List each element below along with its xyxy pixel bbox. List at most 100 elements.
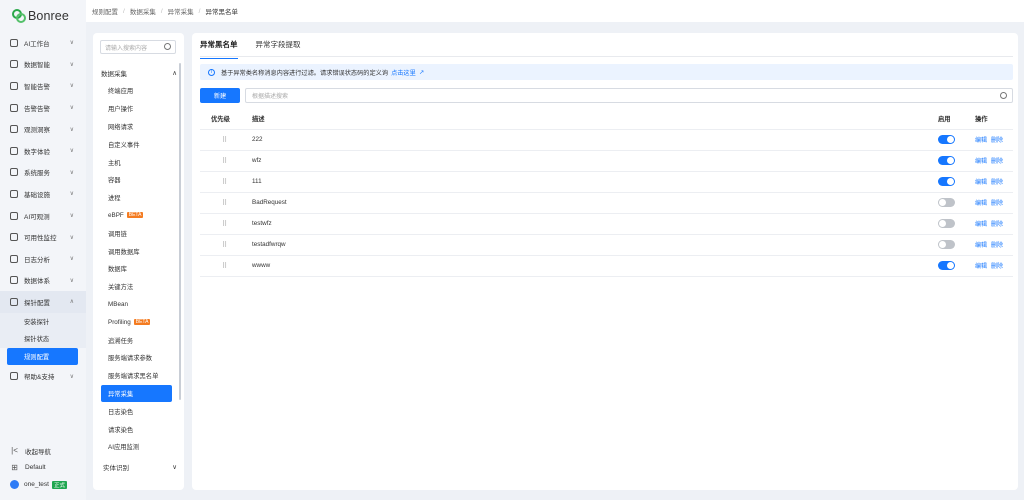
edit-link[interactable]: 编辑 [975,222,987,228]
column-enabled[interactable]: 启用 [938,108,975,130]
breadcrumb-item[interactable]: 规则配置 [92,6,118,16]
category-item[interactable]: 进程 [101,189,172,207]
enable-toggle[interactable] [938,177,955,186]
category-item-label: 关键方法 [108,284,134,292]
nav-item-observability-insight[interactable]: 观测洞察 ∨ [0,118,86,140]
drag-handle-icon[interactable]: ⠿ [211,221,227,228]
breadcrumb-item[interactable]: 异常采集 [168,6,194,16]
chevron-down-icon: ∨ [69,105,74,112]
edit-link[interactable]: 编辑 [975,243,987,249]
enable-toggle[interactable] [938,156,955,165]
delete-link[interactable]: 删除 [991,264,1003,270]
workspace-switcher[interactable]: ⊞ Default [0,459,86,476]
category-item[interactable]: Profiling BETA [101,313,172,331]
delete-link[interactable]: 删除 [991,201,1003,207]
tab-exception-field-extract[interactable]: 异常字段提取 [256,39,301,55]
delete-link[interactable]: 删除 [991,243,1003,249]
drag-handle-icon[interactable]: ⠿ [211,179,227,186]
enable-toggle[interactable] [938,219,955,228]
category-item-label: 追溯任务 [108,337,134,345]
drag-handle-icon[interactable]: ⠿ [211,158,227,165]
drag-handle-icon[interactable]: ⠿ [211,137,227,144]
category-item[interactable]: 服务端请求黑名单 [101,367,172,385]
column-desc[interactable]: 描述 [252,108,938,130]
group-data-collection[interactable]: 数据采集 ∧ [101,66,177,80]
category-search-input[interactable]: 请输入搜索内容 [100,40,176,54]
column-priority[interactable]: 优先级 [200,108,252,130]
nav-item-ai-observability[interactable]: AI可观测 ∨ [0,205,86,227]
collapse-nav-button[interactable]: |< 收起导航 [0,442,86,459]
breadcrumb-item[interactable]: 数据采集 [130,6,156,16]
nav-item-probe-config[interactable]: 探针配置 ∧ [0,291,86,313]
nav-item-label: 日志分析 [24,256,50,264]
drag-handle-icon[interactable]: ⠿ [211,263,227,270]
edit-link[interactable]: 编辑 [975,159,987,165]
category-item[interactable]: 终端应用 [101,82,172,100]
category-item[interactable]: 调用数据库 [101,242,172,260]
brand-logo[interactable]: Bonree [12,8,69,24]
nav-item-log-analysis[interactable]: 日志分析 ∨ [0,248,86,270]
nav-sub-item[interactable]: 安装探针 [0,312,86,331]
nav-item-label: 可用性监控 [24,235,57,243]
delete-link[interactable]: 删除 [991,159,1003,165]
nav-item-help-support[interactable]: 帮助&支持 ∨ [0,365,86,387]
nav-item-infrastructure[interactable]: 基础设施 ∨ [0,183,86,205]
nav-item-data-system[interactable]: 数据体系 ∨ [0,270,86,292]
edit-link[interactable]: 编辑 [975,264,987,270]
delete-link[interactable]: 删除 [991,138,1003,144]
nav-sub-item[interactable]: 探针状态 [0,330,86,348]
help-support-icon [10,372,18,381]
new-button[interactable]: 新建 [200,88,240,103]
enable-toggle[interactable] [938,198,955,207]
ai-observability-icon [10,211,18,220]
table-header: 优先级 描述 启用 操作 [200,108,1013,130]
category-item[interactable]: 主机 [101,153,172,171]
category-item[interactable]: 调用链 [101,224,172,242]
nav-item-system-service[interactable]: 系统服务 ∨ [0,162,86,184]
delete-link[interactable]: 删除 [991,180,1003,186]
drag-handle-icon[interactable]: ⠿ [211,200,227,207]
category-item[interactable]: 容器 [101,171,172,189]
chevron-down-icon: ∨ [69,40,74,47]
category-item[interactable]: 服务端请求参数 [101,349,172,367]
enable-toggle[interactable] [938,261,955,270]
category-item[interactable]: 异常采集 [101,384,172,403]
category-item[interactable]: 自定义事件 [101,135,172,153]
scrollbar[interactable] [179,63,181,400]
info-icon: i [208,68,215,76]
nav-item-data-intelligence[interactable]: 数据智能 ∨ [0,54,86,76]
nav-item-intelligent-alert[interactable]: 智能告警 ∨ [0,75,86,97]
delete-link[interactable]: 删除 [991,222,1003,228]
search-icon[interactable] [1000,92,1007,99]
category-item[interactable]: 用户操作 [101,100,172,118]
enable-toggle[interactable] [938,135,955,144]
user-menu[interactable]: one_test 正式 [0,476,86,493]
nav-item-label: 告警告警 [24,105,50,113]
info-link[interactable]: 点击这里 [391,68,416,77]
category-item[interactable]: 请求染色 [101,420,172,438]
collapse-nav-label: 收起导航 [25,448,51,456]
edit-link[interactable]: 编辑 [975,180,987,186]
category-item[interactable]: 数据库 [101,260,172,278]
category-item[interactable]: AI应用监测 [101,438,172,456]
category-item[interactable]: 关键方法 [101,278,172,296]
category-item[interactable]: eBPF BETA [101,207,172,225]
nav-item-ai-workbench[interactable]: AI工作台 ∨ [0,32,86,54]
desc-search-input[interactable]: 根据描述搜索 [245,88,1013,103]
category-item-label: 进程 [108,195,121,203]
category-item[interactable]: 追溯任务 [101,331,172,349]
edit-link[interactable]: 编辑 [975,201,987,207]
external-link-icon[interactable]: ↗ [419,69,424,76]
category-item[interactable]: 日志染色 [101,402,172,420]
nav-item-alarm-response[interactable]: 告警告警 ∨ [0,97,86,119]
category-item[interactable]: MBean [101,296,172,314]
drag-handle-icon[interactable]: ⠿ [211,242,227,249]
tab-exception-blacklist[interactable]: 异常黑名单 [200,39,238,59]
category-item[interactable]: 网络请求 [101,118,172,136]
enable-toggle[interactable] [938,240,955,249]
edit-link[interactable]: 编辑 [975,138,987,144]
group-entity-recognition[interactable]: 实体识别 ∨ [103,460,177,474]
nav-item-availability-monitor[interactable]: 可用性监控 ∨ [0,226,86,248]
nav-sub-item[interactable]: 规则配置 [7,347,78,366]
nav-item-digital-experience[interactable]: 数字体验 ∨ [0,140,86,162]
